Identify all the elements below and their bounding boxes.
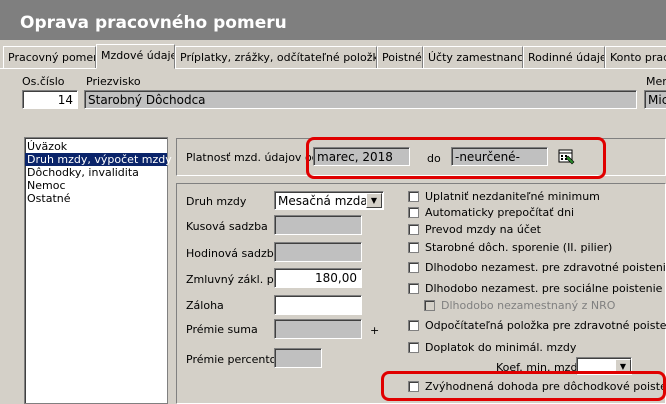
druh-mzdy-value: Mesačná mzda — [278, 194, 368, 208]
tab-ucty-zamestnanca[interactable]: Účty zamestnanca — [423, 46, 523, 68]
tab-konto[interactable]: Konto pracov — [605, 46, 666, 68]
highlight-platnost — [306, 137, 606, 179]
meno-field[interactable]: Mic — [644, 90, 666, 109]
zmluvny-plat-field[interactable]: 180,00 — [274, 268, 362, 288]
platnost-label: Platnosť mzd. údajov od — [186, 151, 319, 164]
zaloha-field[interactable] — [274, 295, 362, 315]
checkbox-nezdanitelne-minimum[interactable] — [408, 191, 419, 202]
list-item-dochodky[interactable]: Dôchodky, invalidita — [25, 166, 167, 179]
druh-mzdy-label: Druh mzdy — [186, 195, 247, 208]
label-nezdanitelne-minimum: Uplatniť nezdaniteľné minimum — [425, 190, 600, 203]
label-doplatok-minimal: Doplatok do minimál. mzdy — [425, 341, 577, 354]
kusova-sadzba-field[interactable] — [274, 215, 362, 235]
checkbox-doplatok-minimal[interactable] — [408, 342, 419, 353]
section-list[interactable]: Úväzok Druh mzdy, výpočet mzdy Dôchodky,… — [24, 137, 172, 404]
highlight-zvyhodnena-dohoda — [381, 371, 666, 401]
label-odpocitatelna-polozka: Odpočítateľná položka pre zdravotné pois… — [425, 319, 666, 332]
premie-percento-label: Prémie percento — [186, 353, 277, 366]
list-item-ostatne[interactable]: Ostatné — [25, 192, 167, 205]
tab-pracovny-pomer[interactable]: Pracovný pomer — [3, 46, 96, 68]
label-prepocitat-dni: Automaticky prepočítať dni — [425, 206, 575, 219]
checkbox-starobne-sporenie[interactable] — [408, 242, 419, 253]
zaloha-label: Záloha — [186, 299, 224, 312]
plus-sign: + — [370, 324, 380, 337]
label-nezamest-socialne: Dlhodobo nezamest. pre sociálne poisteni… — [425, 282, 663, 295]
label-starobne-sporenie: Starobné dôch. sporenie (II. pilier) — [425, 241, 613, 254]
priezvisko-field[interactable]: Starobný Dôchodca — [84, 90, 637, 109]
tab-poistne[interactable]: Poistné — [377, 46, 423, 68]
premie-percento-field[interactable] — [274, 348, 322, 368]
checkbox-nezamest-nro[interactable] — [424, 300, 435, 311]
tab-priplatky[interactable]: Príplatky, zrážky, odčítateľné položky .… — [175, 46, 377, 68]
list-item-nemoc[interactable]: Nemoc — [25, 179, 167, 192]
hodinova-sadzba-field[interactable] — [274, 242, 362, 262]
list-item-uvazok[interactable]: Úväzok — [25, 140, 167, 153]
label-nezamest-zdravotne: Dlhodobo nezamest. pre zdravotné poisten… — [425, 261, 666, 274]
label-nezamest-nro: Dlhodobo nezamestnaný z NRO — [441, 299, 616, 312]
checkbox-odpocitatelna-polozka[interactable] — [408, 320, 419, 331]
premie-suma-field[interactable] — [274, 319, 362, 339]
tab-rodinne-udaje[interactable]: Rodinné údaje — [523, 46, 605, 68]
checkbox-nezamest-socialne[interactable] — [408, 283, 419, 294]
meno-label: Men — [646, 75, 666, 88]
oscislo-label: Os.číslo — [22, 75, 65, 88]
list-item-druh-mzdy[interactable]: Druh mzdy, výpočet mzdy — [25, 153, 172, 166]
zmluvny-plat-label: Zmluvný zákl. plat — [186, 273, 288, 286]
checkbox-prepocitat-dni[interactable] — [408, 207, 419, 218]
tab-bar: Pracovný pomer Mzdové údaje Príplatky, z… — [0, 44, 666, 69]
window-title: Oprava pracovného pomeru — [0, 0, 666, 40]
oscislo-field[interactable]: 14 — [22, 90, 78, 109]
hodinova-sadzba-label: Hodinová sadzba — [186, 247, 281, 260]
label-prevod-mzdy: Prevod mzdy na účet — [425, 223, 541, 236]
premie-suma-label: Prémie suma — [186, 323, 258, 336]
tab-mzdove-udaje[interactable]: Mzdové údaje — [96, 44, 175, 69]
checkbox-prevod-mzdy[interactable] — [408, 224, 419, 235]
checkbox-nezamest-zdravotne[interactable] — [408, 262, 419, 273]
kusova-sadzba-label: Kusová sadzba — [186, 220, 268, 233]
chevron-down-icon[interactable]: ▼ — [366, 193, 382, 208]
priezvisko-label: Priezvisko — [86, 75, 141, 88]
